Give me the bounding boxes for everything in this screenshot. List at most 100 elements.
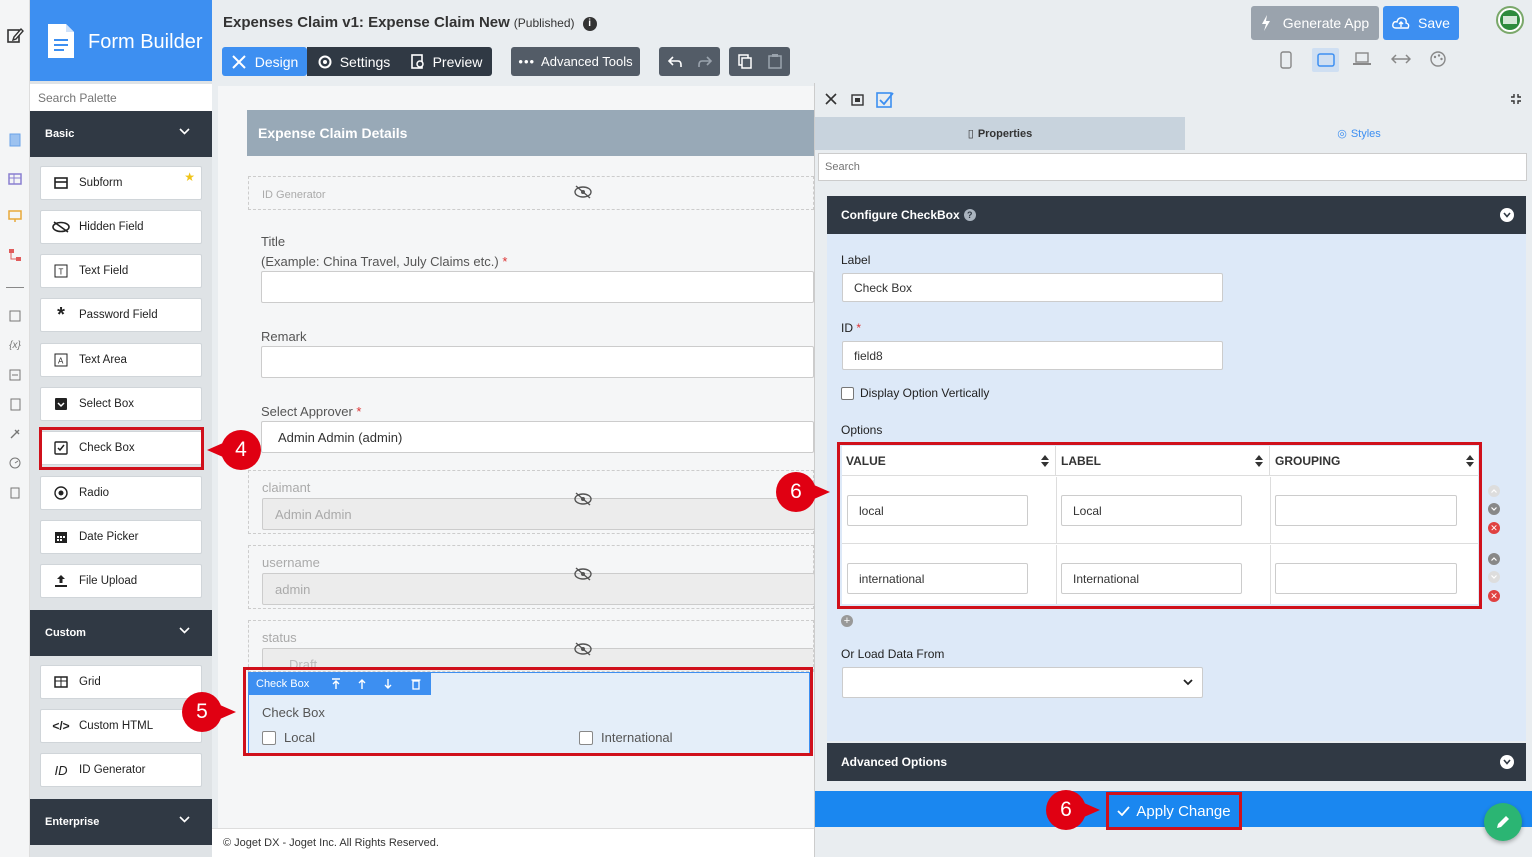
tab-styles[interactable]: ◎ Styles — [1185, 117, 1532, 150]
form-section-header[interactable]: Expense Claim Details — [247, 110, 814, 156]
preview-tab[interactable]: Preview — [400, 47, 492, 76]
id-generator-field[interactable]: ID Generator — [248, 176, 814, 210]
load-data-select[interactable] — [842, 667, 1203, 698]
palette-item-text-field[interactable]: T Text Field — [40, 254, 202, 288]
resource-icon[interactable] — [6, 395, 24, 413]
full-width-icon[interactable] — [1391, 53, 1411, 65]
edit-icon[interactable] — [6, 26, 24, 44]
palette-item-label: Password Field — [79, 309, 158, 321]
chevron-down-icon[interactable] — [1500, 208, 1514, 222]
status-field[interactable]: status Draft — [248, 620, 814, 672]
move-down-icon[interactable] — [1488, 503, 1500, 515]
collapse-icon[interactable] — [1510, 93, 1522, 105]
copy-icon[interactable] — [730, 54, 760, 69]
palette-item-label: Hidden Field — [79, 221, 144, 233]
palette-search-input[interactable] — [30, 84, 212, 111]
palette-item-select-box[interactable]: Select Box — [40, 387, 202, 421]
preview-icon — [410, 53, 424, 69]
add-row-icon[interactable]: + — [841, 615, 853, 627]
palette-item-subform[interactable]: Subform ★ — [40, 166, 202, 200]
palette-item-file-upload[interactable]: File Upload — [40, 564, 202, 598]
palette-item-label: Radio — [79, 487, 110, 499]
delete-row-icon[interactable]: ✕ — [1488, 590, 1500, 602]
checkbox-check-icon[interactable] — [876, 91, 894, 108]
eye-slash-icon — [574, 492, 592, 506]
export-icon[interactable] — [6, 484, 24, 502]
generate-app-button[interactable]: Generate App — [1251, 6, 1379, 40]
datalist-icon[interactable] — [6, 170, 24, 188]
save-button[interactable]: Save — [1383, 6, 1459, 40]
redo-icon[interactable] — [690, 55, 720, 69]
section-custom[interactable]: Custom — [30, 610, 212, 656]
username-field[interactable]: username admin — [248, 545, 815, 609]
avatar[interactable] — [1496, 6, 1524, 34]
asterisk-icon: * — [57, 303, 65, 326]
username-input: admin — [262, 573, 815, 605]
footer: © Joget DX - Joget Inc. All Rights Reser… — [212, 828, 814, 857]
properties-search-input[interactable] — [818, 153, 1527, 181]
palette-item-grid[interactable]: Grid — [40, 665, 202, 699]
claimant-label: claimant — [262, 480, 311, 495]
info-icon[interactable]: i — [582, 17, 597, 31]
move-up-icon[interactable] — [1488, 485, 1500, 497]
highlight-box-apply-change — [1106, 792, 1242, 830]
advanced-tools-button[interactable]: ••• Advanced Tools — [511, 47, 640, 76]
required-mark: * — [502, 254, 508, 269]
design-tab[interactable]: Design — [222, 47, 307, 76]
display-vertical-checkbox[interactable] — [841, 386, 854, 400]
userview-icon[interactable] — [6, 207, 24, 225]
approver-select[interactable]: Admin Admin (admin) — [261, 421, 814, 453]
remark-input[interactable] — [261, 346, 814, 378]
configure-header[interactable]: Configure CheckBox ? — [827, 196, 1526, 234]
note-icon[interactable] — [6, 307, 24, 325]
section-basic[interactable]: Basic — [30, 111, 212, 157]
performance-icon[interactable] — [6, 454, 24, 472]
palette-item-id-generator[interactable]: ID ID Generator — [40, 753, 202, 787]
variable-icon[interactable]: {x} — [6, 336, 24, 354]
process-icon[interactable] — [6, 246, 24, 264]
undo-icon[interactable] — [660, 55, 690, 69]
callout-number: 6 — [790, 480, 802, 503]
approver-label: Select Approver * — [261, 404, 361, 419]
palette-item-text-area[interactable]: A Text Area — [40, 343, 202, 377]
help-icon[interactable]: ? — [963, 209, 976, 221]
cloud-upload-icon — [1392, 17, 1410, 29]
claimant-field[interactable]: claimant Admin Admin — [248, 470, 815, 534]
palette-item-hidden-field[interactable]: Hidden Field — [40, 210, 202, 244]
copy-paste-group — [729, 47, 790, 76]
palette-item-date-picker[interactable]: Date Picker — [40, 520, 202, 554]
palette-theme-icon[interactable] — [1430, 51, 1446, 67]
laptop-view-icon[interactable] — [1353, 52, 1371, 66]
title-input[interactable] — [261, 271, 814, 303]
properties-view-icon[interactable] — [851, 94, 864, 106]
plugin-icon[interactable] — [6, 425, 24, 443]
required-mark: * — [356, 404, 362, 419]
delete-row-icon[interactable]: ✕ — [1488, 522, 1500, 534]
tab-properties[interactable]: ▯ Properties — [815, 117, 1185, 150]
title-hint-text: (Example: China Travel, July Claims etc.… — [261, 254, 499, 269]
move-down-icon[interactable] — [1488, 571, 1500, 583]
section-enterprise[interactable]: Enterprise — [30, 799, 212, 845]
phone-view-icon[interactable] — [1280, 51, 1292, 69]
settings-tab[interactable]: Settings — [307, 47, 400, 76]
edit-pencil-button[interactable] — [1484, 803, 1522, 841]
left-icon-rail: {x} — [0, 0, 30, 857]
palette-item-password-field[interactable]: * Password Field — [40, 298, 202, 332]
close-icon[interactable] — [825, 93, 837, 105]
palette-item-custom-html[interactable]: </> Custom HTML — [40, 709, 202, 743]
display-vertical-option[interactable]: Display Option Vertically — [841, 386, 989, 400]
advanced-options-header[interactable]: Advanced Options — [827, 743, 1526, 781]
paste-icon[interactable] — [760, 54, 790, 69]
status-label: status — [262, 630, 297, 645]
move-up-icon[interactable] — [1488, 553, 1500, 565]
label-input[interactable]: Check Box — [842, 273, 1223, 302]
translate-icon[interactable] — [6, 366, 24, 384]
form-icon[interactable] — [6, 131, 24, 149]
eye-slash-icon — [574, 642, 592, 656]
configure-title: Configure CheckBox — [841, 208, 960, 222]
chevron-down-icon[interactable] — [1500, 755, 1514, 769]
id-input[interactable]: field8 — [842, 341, 1223, 370]
title-field: Title (Example: China Travel, July Claim… — [248, 225, 814, 310]
palette-item-radio[interactable]: Radio — [40, 476, 202, 510]
tablet-view-icon[interactable] — [1312, 48, 1339, 72]
